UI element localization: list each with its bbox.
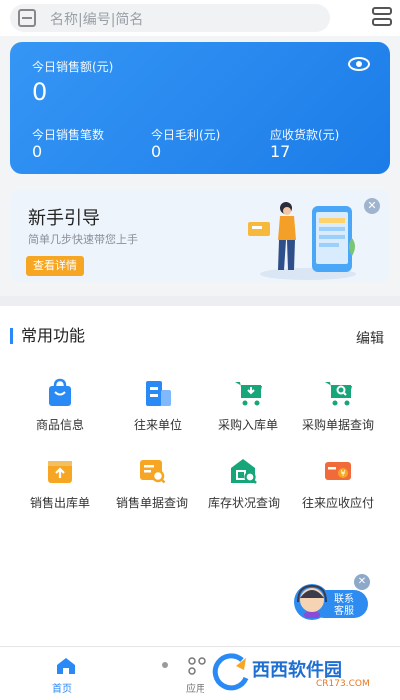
- today-sales-label: 今日销售额(元): [32, 60, 114, 74]
- function-item-sales-query[interactable]: 销售单据查询: [104, 456, 200, 511]
- eye-icon[interactable]: [348, 57, 370, 71]
- box-out-icon: [45, 456, 75, 486]
- watermark-logo-icon: [212, 653, 249, 691]
- home-icon: [57, 658, 75, 674]
- sales-summary-card: 今日销售额(元) 0 今日销售笔数 0 今日毛利(元) 0 应收货款(元) 17: [10, 42, 390, 174]
- today-count-value: 0: [32, 142, 43, 161]
- function-label: 销售出库单: [29, 496, 90, 510]
- function-item-purchase-query[interactable]: 采购单据查询: [290, 378, 386, 433]
- function-item-receivable-payable[interactable]: ¥ 往来应收应付: [290, 456, 386, 511]
- function-label: 库存状况查询: [207, 496, 280, 510]
- doc-search-icon: [137, 456, 167, 486]
- service-label-1: 联系: [334, 594, 354, 605]
- money-icon: ¥: [323, 456, 353, 486]
- today-profit-label: 今日毛利(元): [151, 128, 221, 142]
- function-item-sales-outbound[interactable]: 销售出库单: [12, 456, 108, 511]
- edit-button[interactable]: 编辑: [356, 328, 384, 348]
- apps-grid-icon: [188, 657, 206, 675]
- nav-apps-label: 应用: [186, 684, 204, 695]
- receivable-label: 应收货款(元): [270, 128, 340, 142]
- cart-in-icon: [233, 378, 263, 408]
- today-sales-value: 0: [32, 78, 48, 106]
- warehouse-search-icon: [229, 456, 259, 486]
- function-label: 往来应收应付: [301, 496, 374, 510]
- function-item-purchase-inbound[interactable]: 采购入库单: [200, 378, 296, 433]
- function-item-inventory-query[interactable]: 库存状况查询: [196, 456, 292, 511]
- guide-illustration: [248, 202, 356, 280]
- scan-icon[interactable]: [18, 9, 36, 27]
- function-label: 采购入库单: [217, 418, 278, 432]
- search-placeholder: 名称|编号|简名: [50, 12, 144, 28]
- search-input[interactable]: 名称|编号|简名: [10, 4, 330, 32]
- service-close-icon[interactable]: ✕: [354, 574, 370, 590]
- watermark: 西西软件园 CR173.COM: [212, 652, 398, 692]
- guide-subtitle: 简单几步快速带您上手: [28, 233, 138, 246]
- today-profit-value: 0: [151, 142, 162, 161]
- section-title: 常用功能: [10, 328, 85, 344]
- function-label: 采购单据查询: [301, 418, 374, 432]
- customer-service-button[interactable]: 联系 客服 ✕: [292, 574, 370, 622]
- beginner-guide-card[interactable]: 新手引导 简单几步快速带您上手 查看详情 ✕: [10, 190, 390, 282]
- cart-search-icon: [323, 378, 353, 408]
- receivable-value: 17: [270, 142, 291, 161]
- building-icon: [143, 378, 173, 408]
- watermark-url: CR173.COM: [316, 679, 370, 689]
- function-item-product-info[interactable]: 商品信息: [12, 378, 108, 433]
- guide-close-icon[interactable]: ✕: [364, 198, 380, 214]
- section-divider: [0, 296, 400, 306]
- guide-title: 新手引导: [28, 208, 100, 229]
- function-label: 商品信息: [35, 418, 84, 432]
- notification-dot: [162, 662, 168, 668]
- service-label-2: 客服: [334, 606, 354, 617]
- function-item-partner-units[interactable]: 往来单位: [110, 378, 206, 433]
- view-details-button[interactable]: 查看详情: [26, 256, 84, 276]
- function-label: 销售单据查询: [115, 496, 188, 510]
- svg-text:¥: ¥: [340, 469, 345, 478]
- menu-icon[interactable]: [370, 6, 394, 30]
- nav-home-label: 首页: [52, 684, 72, 695]
- top-bar: 名称|编号|简名: [0, 0, 400, 36]
- function-label: 往来单位: [133, 418, 182, 432]
- bag-icon: [45, 378, 75, 408]
- today-count-label: 今日销售笔数: [32, 128, 105, 142]
